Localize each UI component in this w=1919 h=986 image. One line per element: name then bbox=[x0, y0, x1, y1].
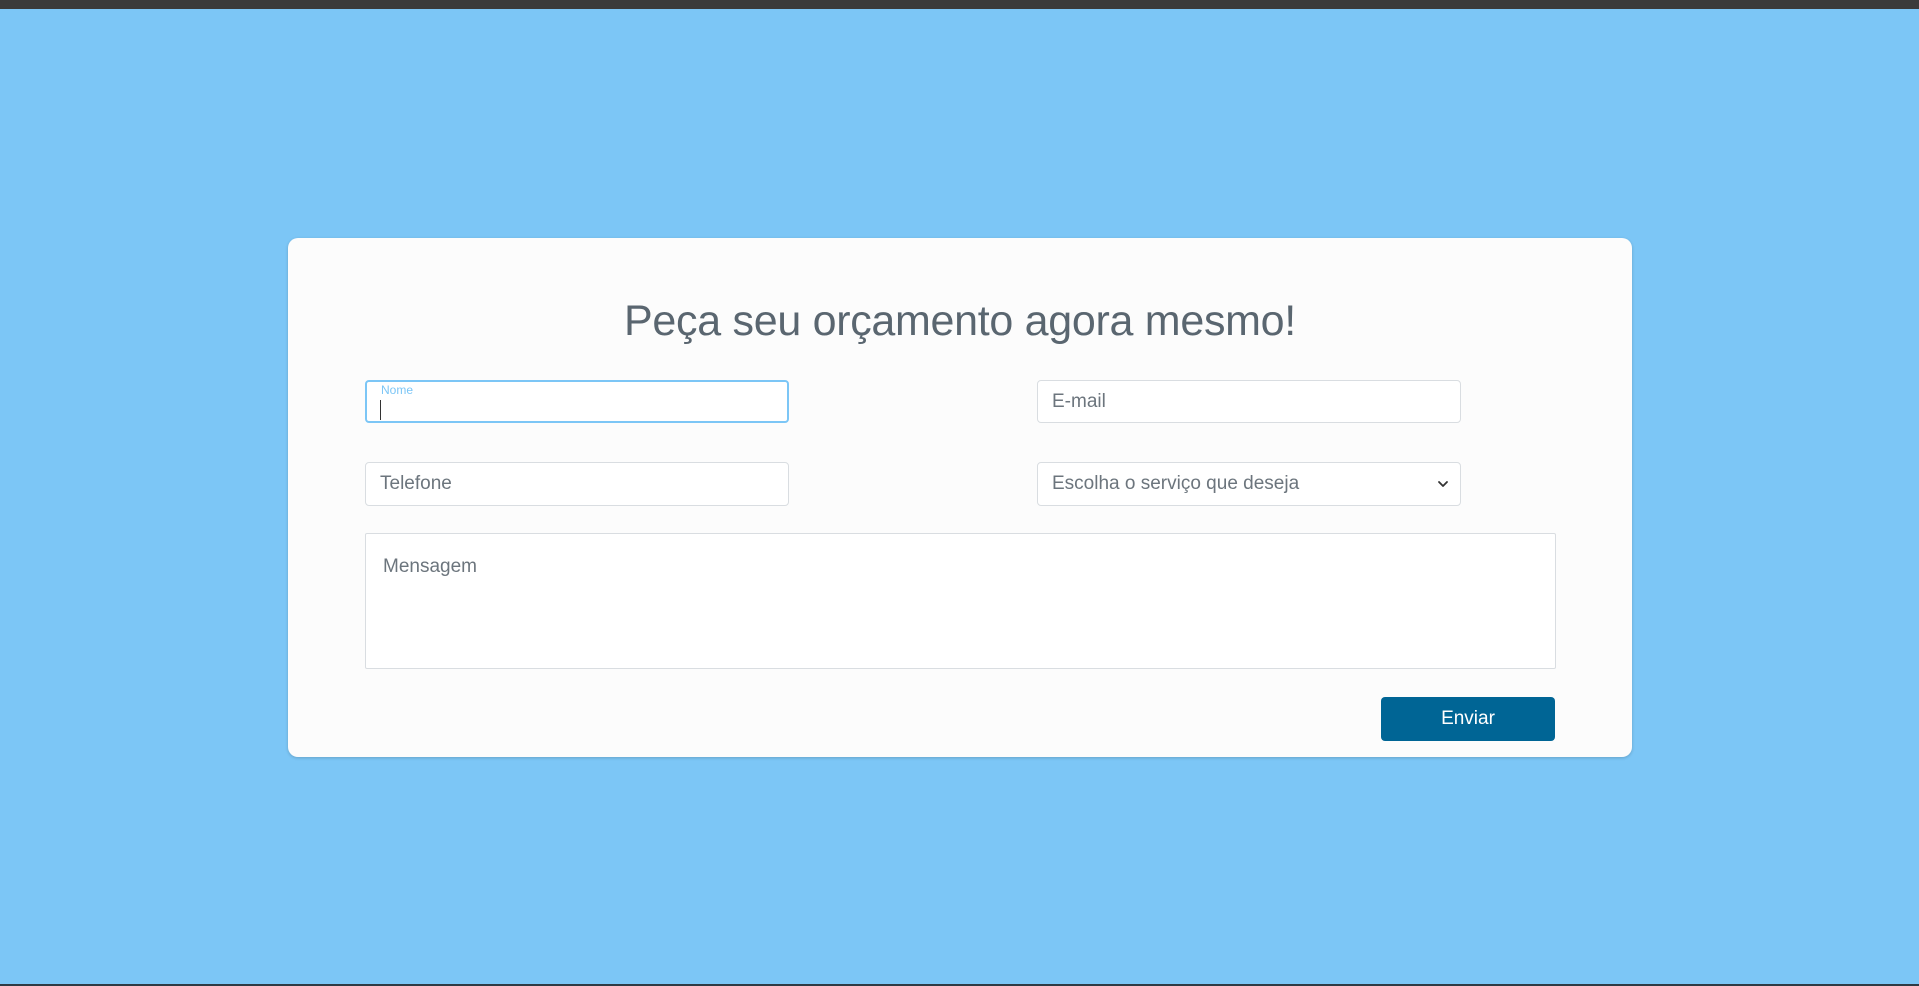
submit-button[interactable]: Enviar bbox=[1381, 697, 1555, 741]
name-input[interactable]: Nome bbox=[365, 380, 789, 423]
message-textarea[interactable]: Mensagem bbox=[365, 533, 1556, 669]
message-placeholder: Mensagem bbox=[383, 556, 477, 577]
chevron-down-icon bbox=[1438, 481, 1448, 487]
email-placeholder: E-mail bbox=[1052, 390, 1106, 412]
browser-top-bar bbox=[0, 0, 1919, 9]
quote-form-card: Peça seu orçamento agora mesmo! Nome E-m… bbox=[288, 238, 1632, 757]
form-title: Peça seu orçamento agora mesmo! bbox=[624, 297, 1296, 345]
text-caret bbox=[380, 400, 381, 420]
phone-placeholder: Telefone bbox=[380, 473, 452, 494]
email-input[interactable]: E-mail bbox=[1037, 380, 1461, 423]
service-select[interactable]: Escolha o serviço que deseja bbox=[1037, 462, 1461, 506]
service-select-value: Escolha o serviço que deseja bbox=[1052, 473, 1300, 494]
name-floating-label: Nome bbox=[381, 383, 414, 397]
phone-input[interactable]: Telefone bbox=[365, 462, 789, 506]
